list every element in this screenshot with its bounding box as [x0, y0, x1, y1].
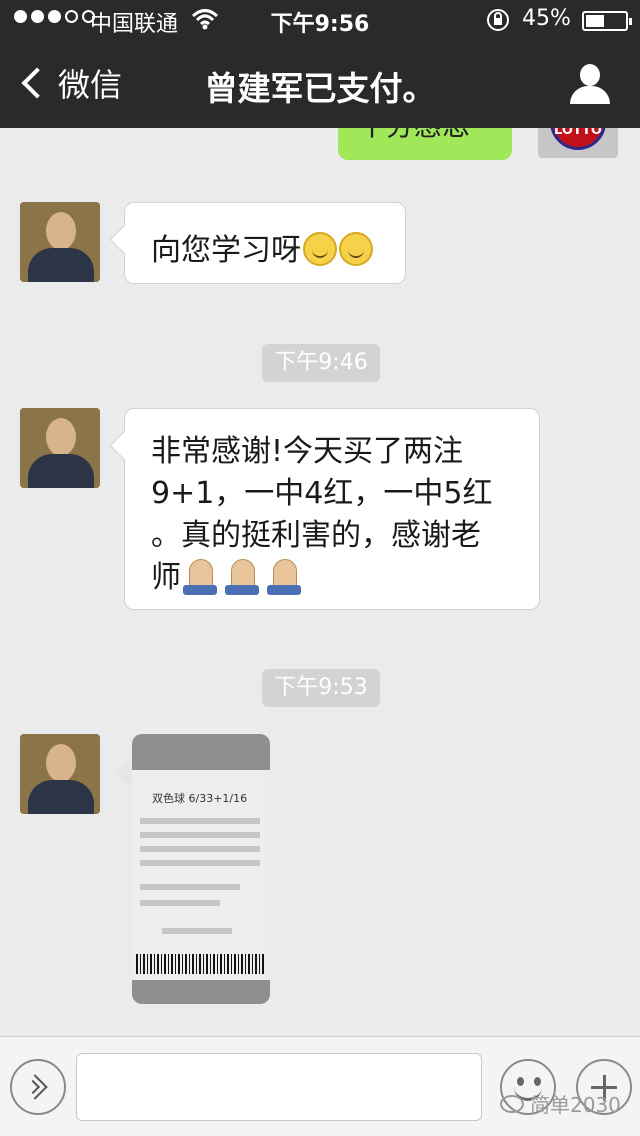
watermark-text: 简单2030: [530, 1093, 621, 1117]
message-line: 。真的挺利害的，感谢老: [151, 518, 481, 553]
nav-bar: 微信 曾建军已支付。: [0, 40, 640, 128]
rotation-lock-icon: [486, 8, 510, 38]
smile-emoji-icon: [339, 232, 373, 266]
received-message-bubble[interactable]: 向您学习呀: [124, 202, 406, 284]
timestamp-label: 下午9:46: [262, 344, 380, 382]
contact-avatar[interactable]: [20, 734, 100, 814]
status-bar: 中国联通 下午9:56 45%: [0, 0, 640, 40]
ticket-photo: 双色球 6/33+1/16: [132, 770, 270, 980]
message-line: 非常感谢!今天买了两注: [151, 434, 464, 469]
sent-message-bubble[interactable]: 十分感恩: [338, 128, 512, 160]
message-input[interactable]: [76, 1053, 482, 1121]
input-bar: 简单2030: [0, 1036, 640, 1136]
praying-hands-icon: [265, 557, 303, 595]
lottery-ticket-image[interactable]: 双色球 6/33+1/16: [132, 734, 270, 1004]
chat-area[interactable]: 十分感恩 LOTTO 向您学习呀 下午9:46 非常感谢!今天买了两注 9+1，…: [0, 128, 640, 1036]
chat-title: 曾建军已支付。: [204, 69, 436, 108]
voice-input-button[interactable]: [10, 1059, 66, 1115]
praying-hands-icon: [181, 557, 219, 595]
my-avatar[interactable]: LOTTO: [538, 128, 618, 158]
lotto-logo: LOTTO: [550, 128, 606, 150]
contact-avatar[interactable]: [20, 408, 100, 488]
received-message-bubble[interactable]: 非常感谢!今天买了两注 9+1，一中4红，一中5红 。真的挺利害的，感谢老 师: [124, 408, 540, 610]
sent-message-text: 十分感恩: [358, 128, 470, 142]
emoji-icon: [517, 1077, 524, 1086]
barcode: [136, 954, 266, 974]
wechat-logo-icon: [500, 1094, 524, 1113]
battery-icon: [582, 11, 632, 31]
battery-percent: 45%: [522, 6, 571, 31]
timestamp-label: 下午9:53: [262, 669, 380, 707]
message-text: 师: [151, 560, 181, 595]
praying-hands-icon: [223, 557, 261, 595]
top-bar: 中国联通 下午9:56 45% 微信 曾建军已支付。: [0, 0, 640, 128]
watermark: 简单2030: [500, 1089, 621, 1118]
ticket-title: 双色球 6/33+1/16: [152, 792, 248, 805]
message-line-last: 师: [151, 557, 513, 599]
message-text: 向您学习呀: [151, 233, 301, 268]
message-line: 9+1，一中4红，一中5红: [151, 476, 493, 511]
smile-emoji-icon: [303, 232, 337, 266]
contact-profile-icon[interactable]: [570, 64, 610, 104]
contact-avatar[interactable]: [20, 202, 100, 282]
